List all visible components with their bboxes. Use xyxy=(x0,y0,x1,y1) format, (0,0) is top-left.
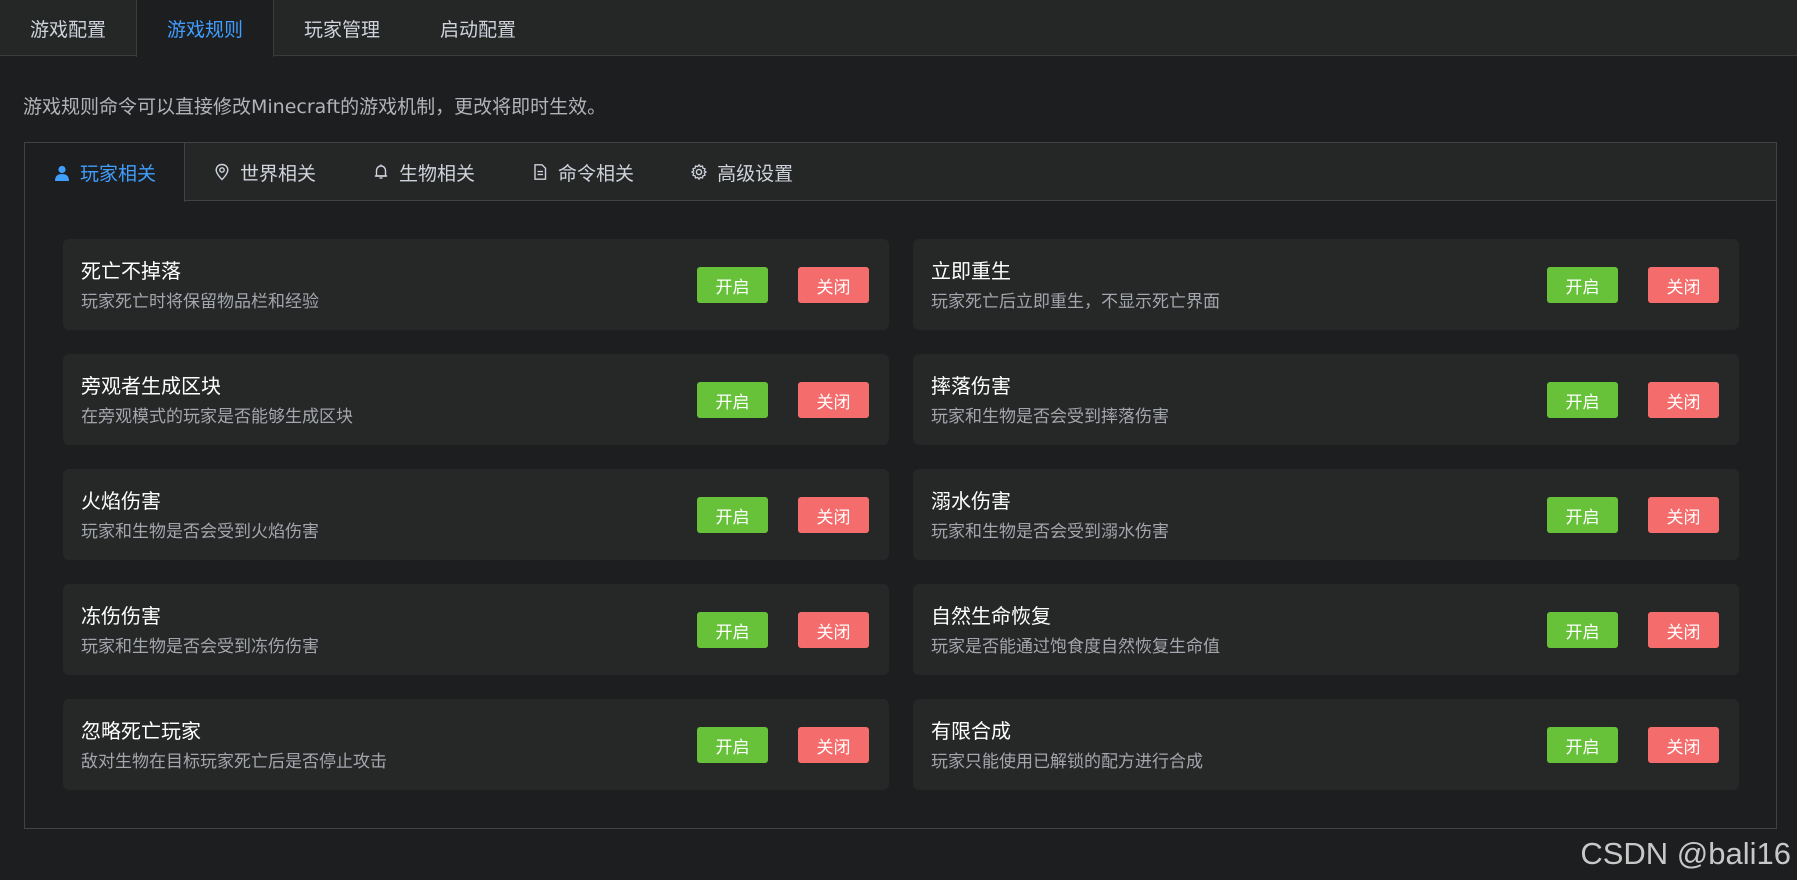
rule-title: 旁观者生成区块 xyxy=(81,374,221,398)
enable-button[interactable]: 开启 xyxy=(1547,497,1618,533)
disable-button[interactable]: 关闭 xyxy=(1648,497,1719,533)
enable-button[interactable]: 开启 xyxy=(697,497,768,533)
tab-world-related[interactable]: 世界相关 xyxy=(185,143,344,201)
disable-button[interactable]: 关闭 xyxy=(1648,267,1719,303)
watermark: CSDN @bali16 xyxy=(1580,836,1791,871)
gear-icon xyxy=(690,163,708,181)
tab-launch-config[interactable]: 启动配置 xyxy=(410,0,546,56)
user-icon xyxy=(53,164,71,182)
rule-title: 死亡不掉落 xyxy=(81,259,181,283)
enable-button[interactable]: 开启 xyxy=(697,382,768,418)
rule-title: 火焰伤害 xyxy=(81,489,161,513)
rule-description: 玩家和生物是否会受到摔落伤害 xyxy=(931,407,1169,427)
top-tab-bar: 游戏配置 游戏规则 玩家管理 启动配置 xyxy=(0,0,1797,57)
rule-card-limited-crafting: 有限合成 玩家只能使用已解锁的配方进行合成 开启 关闭 xyxy=(913,699,1739,790)
rule-title: 冻伤伤害 xyxy=(81,604,161,628)
tab-game-config[interactable]: 游戏配置 xyxy=(0,0,136,56)
tab-label: 命令相关 xyxy=(558,162,635,185)
rule-description: 玩家和生物是否会受到冻伤伤害 xyxy=(81,637,319,657)
enable-button[interactable]: 开启 xyxy=(697,612,768,648)
rule-description: 敌对生物在目标玩家死亡后是否停止攻击 xyxy=(81,752,387,772)
rule-description: 玩家是否能通过饱食度自然恢复生命值 xyxy=(931,637,1220,657)
rule-card-freeze-damage: 冻伤伤害 玩家和生物是否会受到冻伤伤害 开启 关闭 xyxy=(63,584,889,675)
tab-command-related[interactable]: 命令相关 xyxy=(503,143,662,201)
enable-button[interactable]: 开启 xyxy=(697,727,768,763)
rule-card-natural-regeneration: 自然生命恢复 玩家是否能通过饱食度自然恢复生命值 开启 关闭 xyxy=(913,584,1739,675)
rules-panel: 玩家相关 世界相关 生物相关 命令相关 高级设置 死亡不掉落 玩家死亡时将保留物… xyxy=(24,142,1777,829)
tab-player-related[interactable]: 玩家相关 xyxy=(25,143,186,202)
disable-button[interactable]: 关闭 xyxy=(798,612,869,648)
tab-game-rules[interactable]: 游戏规则 xyxy=(136,0,275,57)
rule-card-drowning-damage: 溺水伤害 玩家和生物是否会受到溺水伤害 开启 关闭 xyxy=(913,469,1739,560)
bell-icon xyxy=(372,163,390,181)
tab-label: 高级设置 xyxy=(717,162,794,185)
rule-title: 溺水伤害 xyxy=(931,489,1011,513)
rule-card-keep-inventory: 死亡不掉落 玩家死亡时将保留物品栏和经验 开启 关闭 xyxy=(63,239,889,330)
tab-label: 世界相关 xyxy=(240,162,317,185)
tab-label: 玩家相关 xyxy=(80,163,157,185)
document-icon xyxy=(531,163,549,181)
tab-mob-related[interactable]: 生物相关 xyxy=(344,143,503,201)
disable-button[interactable]: 关闭 xyxy=(1648,382,1719,418)
rule-title: 忽略死亡玩家 xyxy=(81,719,201,743)
rule-title: 有限合成 xyxy=(931,719,1011,743)
rule-description: 玩家和生物是否会受到火焰伤害 xyxy=(81,522,319,542)
enable-button[interactable]: 开启 xyxy=(1547,382,1618,418)
rule-card-fire-damage: 火焰伤害 玩家和生物是否会受到火焰伤害 开启 关闭 xyxy=(63,469,889,560)
rule-description: 玩家死亡后立即重生，不显示死亡界面 xyxy=(931,292,1220,312)
rule-title: 立即重生 xyxy=(931,259,1011,283)
tab-player-management[interactable]: 玩家管理 xyxy=(274,0,410,56)
disable-button[interactable]: 关闭 xyxy=(1648,612,1719,648)
tab-advanced-settings[interactable]: 高级设置 xyxy=(662,143,821,201)
enable-button[interactable]: 开启 xyxy=(1547,612,1618,648)
rule-title: 摔落伤害 xyxy=(931,374,1011,398)
disable-button[interactable]: 关闭 xyxy=(798,497,869,533)
rule-description: 在旁观模式的玩家是否能够生成区块 xyxy=(81,407,353,427)
disable-button[interactable]: 关闭 xyxy=(798,727,869,763)
rule-card-immediate-respawn: 立即重生 玩家死亡后立即重生，不显示死亡界面 开启 关闭 xyxy=(913,239,1739,330)
category-tab-bar: 玩家相关 世界相关 生物相关 命令相关 高级设置 xyxy=(25,143,1776,202)
disable-button[interactable]: 关闭 xyxy=(798,267,869,303)
rules-grid: 死亡不掉落 玩家死亡时将保留物品栏和经验 开启 关闭 立即重生 玩家死亡后立即重… xyxy=(63,239,1739,790)
rule-card-forgive-dead-players: 忽略死亡玩家 敌对生物在目标玩家死亡后是否停止攻击 开启 关闭 xyxy=(63,699,889,790)
rule-card-spectators-generate-chunks: 旁观者生成区块 在旁观模式的玩家是否能够生成区块 开启 关闭 xyxy=(63,354,889,445)
rule-description: 玩家死亡时将保留物品栏和经验 xyxy=(81,292,319,312)
location-pin-icon xyxy=(213,163,231,181)
enable-button[interactable]: 开启 xyxy=(697,267,768,303)
tab-label: 生物相关 xyxy=(399,162,476,185)
disable-button[interactable]: 关闭 xyxy=(1648,727,1719,763)
enable-button[interactable]: 开启 xyxy=(1547,727,1618,763)
disable-button[interactable]: 关闭 xyxy=(798,382,869,418)
intro-text: 游戏规则命令可以直接修改Minecraft的游戏机制，更改将即时生效。 xyxy=(23,96,607,118)
rule-description: 玩家和生物是否会受到溺水伤害 xyxy=(931,522,1169,542)
rule-description: 玩家只能使用已解锁的配方进行合成 xyxy=(931,752,1203,772)
rule-card-fall-damage: 摔落伤害 玩家和生物是否会受到摔落伤害 开启 关闭 xyxy=(913,354,1739,445)
rule-title: 自然生命恢复 xyxy=(931,604,1051,628)
enable-button[interactable]: 开启 xyxy=(1547,267,1618,303)
